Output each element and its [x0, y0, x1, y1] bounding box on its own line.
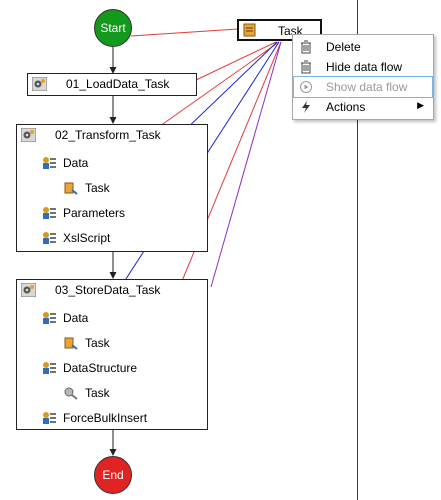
parameter-icon	[43, 412, 56, 424]
show-data-flow-icon	[300, 81, 312, 93]
menu-item-label: Actions	[326, 100, 366, 114]
task-ref-icon	[243, 23, 256, 37]
start-label: Start	[100, 21, 126, 35]
task-node-store-data[interactable]: 03_StoreData_Task Data Task DataStructur…	[16, 279, 208, 430]
param-row-forcebulkinsert[interactable]: ForceBulkInsert	[41, 411, 147, 425]
delete-icon	[301, 40, 311, 54]
task-title: 03_StoreData_Task	[55, 283, 161, 297]
menu-item-label: Show data flow	[326, 80, 408, 94]
param-row-datastructure[interactable]: DataStructure	[41, 361, 137, 375]
parameter-icon	[43, 362, 56, 374]
task-ref-gray-icon	[64, 387, 78, 400]
hide-data-flow-icon	[301, 60, 311, 74]
task-gear-icon	[21, 128, 36, 142]
submenu-arrow-icon: ▶	[417, 100, 424, 110]
param-row-xslscript[interactable]: XslScript	[41, 231, 110, 245]
param-label: Task	[85, 386, 110, 400]
param-label: ForceBulkInsert	[63, 411, 148, 425]
param-label: XslScript	[63, 231, 111, 245]
task-title: 02_Transform_Task	[55, 128, 161, 142]
parameter-icon	[43, 207, 56, 219]
param-row-data[interactable]: Data	[41, 156, 88, 170]
task-gear-icon	[21, 283, 36, 297]
menu-item-show-data-flow[interactable]: Show data flow	[293, 76, 433, 98]
task-title: 01_LoadData_Task	[66, 77, 170, 91]
task-header: 03_StoreData_Task	[17, 280, 207, 300]
menu-item-delete[interactable]: Delete	[294, 37, 432, 57]
param-row-data[interactable]: Data	[41, 311, 88, 325]
param-row-task[interactable]: Task	[63, 181, 110, 195]
data-link	[210, 41, 282, 288]
param-label: Data	[63, 311, 89, 325]
task-header: 01_LoadData_Task	[28, 74, 196, 94]
param-row-task[interactable]: Task	[63, 336, 110, 350]
menu-item-label: Delete	[326, 40, 361, 54]
param-label: Parameters	[63, 206, 126, 220]
task-header: 02_Transform_Task	[17, 125, 207, 145]
context-menu: Delete Hide data flow Show data flow Act…	[292, 34, 434, 120]
param-row-task-2[interactable]: Task	[63, 386, 110, 400]
menu-item-label: Hide data flow	[326, 60, 403, 74]
param-label: DataStructure	[63, 361, 138, 375]
param-label: Data	[63, 156, 89, 170]
workflow-canvas[interactable]: Start 01_LoadData_Task 02_Transform_Task	[0, 0, 441, 500]
task-ref-icon	[64, 182, 78, 195]
parameter-icon	[43, 232, 56, 244]
task-node-load-data[interactable]: 01_LoadData_Task	[27, 73, 197, 96]
task-ref-icon	[64, 337, 78, 350]
control-link	[195, 41, 277, 81]
lightning-icon	[302, 101, 310, 113]
control-link	[130, 28, 239, 37]
param-label: Task	[85, 336, 110, 350]
end-label: End	[102, 468, 124, 482]
end-node[interactable]: End	[94, 456, 132, 494]
parameter-icon	[43, 312, 56, 324]
param-label: Task	[85, 181, 110, 195]
start-node[interactable]: Start	[94, 9, 132, 47]
menu-item-actions[interactable]: Actions ▶	[294, 97, 432, 117]
param-row-parameters[interactable]: Parameters	[41, 206, 125, 220]
menu-item-hide-data-flow[interactable]: Hide data flow	[294, 57, 432, 77]
task-gear-icon	[32, 77, 47, 91]
task-node-transform[interactable]: 02_Transform_Task Data Task Parameters X…	[16, 124, 208, 252]
parameter-icon	[43, 157, 56, 169]
